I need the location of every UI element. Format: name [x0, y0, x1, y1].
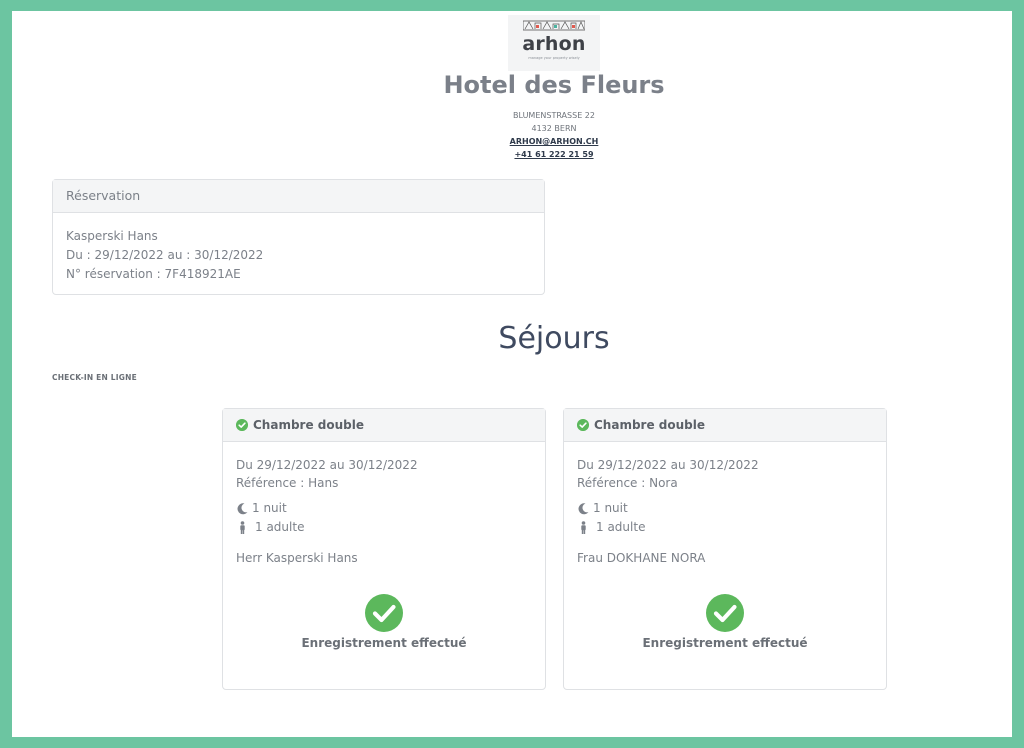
room-guest: Herr Kasperski Hans — [236, 551, 358, 565]
room-card-header: Chambre double — [223, 409, 545, 442]
status-label: Enregistrement effectué — [301, 636, 467, 650]
check-circle-icon — [706, 594, 744, 632]
hotel-email-link[interactable]: ARHON@ARHON.CH — [12, 135, 1024, 148]
room-adults: 1 adulte — [596, 520, 646, 534]
moon-icon — [237, 503, 248, 515]
reservation-number: N° réservation : 7F418921AE — [66, 267, 241, 281]
room-reference: Référence : Nora — [577, 476, 678, 490]
room-guest: Frau DOKHANE NORA — [577, 551, 706, 565]
logo-tagline: manage your property wisely — [528, 56, 580, 60]
reservation-guest: Kasperski Hans — [66, 229, 158, 243]
checkin-label: CHECK-IN EN LIGNE — [52, 373, 137, 382]
hotel-city: 4132 BERN — [531, 124, 577, 133]
logo-skyline-icon — [523, 20, 585, 31]
room-reference: Référence : Hans — [236, 476, 339, 490]
moon-icon — [578, 503, 589, 515]
check-circle-icon — [236, 419, 248, 431]
page: arhon manage your property wisely Hotel … — [12, 11, 1012, 737]
reservation-panel: Réservation Kasperski Hans Du : 29/12/20… — [52, 179, 545, 295]
status-label: Enregistrement effectué — [642, 636, 808, 650]
stays-title: Séjours — [498, 321, 610, 356]
room-card-header: Chambre double — [564, 409, 886, 442]
checkin-status: Enregistrement effectué — [564, 594, 886, 650]
check-circle-icon — [577, 419, 589, 431]
room-dates: Du 29/12/2022 au 30/12/2022 — [577, 458, 759, 472]
check-circle-icon — [365, 594, 403, 632]
hotel-street: BLUMENSTRASSE 22 — [513, 111, 595, 120]
hotel-name: Hotel des Fleurs — [443, 71, 665, 99]
reservation-header: Réservation — [53, 180, 544, 213]
room-adults: 1 adulte — [255, 520, 305, 534]
room-title: Chambre double — [253, 418, 364, 432]
room-nights: 1 nuit — [593, 501, 628, 515]
hotel-phone-link[interactable]: +41 61 222 21 59 — [12, 148, 1024, 161]
room-card: Chambre double Du 29/12/2022 au 30/12/20… — [222, 408, 546, 690]
person-icon — [240, 521, 245, 534]
checkin-status: Enregistrement effectué — [223, 594, 545, 650]
room-card: Chambre double Du 29/12/2022 au 30/12/20… — [563, 408, 887, 690]
room-dates: Du 29/12/2022 au 30/12/2022 — [236, 458, 418, 472]
room-nights: 1 nuit — [252, 501, 287, 515]
reservation-dates: Du : 29/12/2022 au : 30/12/2022 — [66, 248, 264, 262]
logo-wordmark: arhon — [522, 33, 586, 55]
room-title: Chambre double — [594, 418, 705, 432]
arhon-logo: arhon manage your property wisely — [508, 15, 600, 71]
person-icon — [581, 521, 586, 534]
